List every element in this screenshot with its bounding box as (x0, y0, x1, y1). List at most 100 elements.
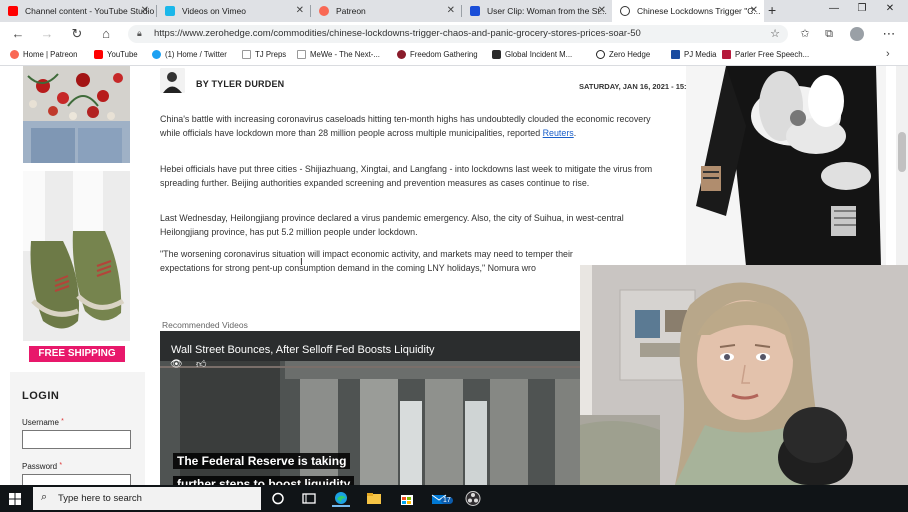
close-icon[interactable]: ✕ (296, 5, 304, 16)
recommended-video-player[interactable]: Wall Street Bounces, After Selloff Fed B… (160, 331, 580, 485)
text-cursor-icon: I (300, 257, 303, 268)
paragraph-text: China's battle with increasing coronavir… (160, 114, 651, 138)
favorites-icon[interactable]: ✩ (796, 26, 814, 42)
parler-icon (722, 50, 731, 59)
article-paragraph-3: Last Wednesday, Heilongjiang province de… (160, 213, 624, 237)
author-byline[interactable]: BY TYLER DURDEN (196, 79, 284, 89)
thumbs-up-icon[interactable]: 👍︎ (196, 358, 206, 370)
bookmark-patreon[interactable]: Home | Patreon (10, 50, 77, 59)
tab-label: User Clip: Woman from the St... (487, 6, 607, 16)
recommended-videos-label: Recommended Videos (162, 320, 248, 330)
taskbar-search-box[interactable]: ⌕ Type here to search (33, 487, 261, 510)
bookmark-label: Parler Free Speech... (735, 50, 810, 59)
page-icon (242, 50, 251, 59)
tab-label: Chinese Lockdowns Trigger "C... (637, 6, 761, 16)
login-title: LOGIN (22, 390, 60, 402)
page-icon (297, 50, 306, 59)
new-tab-button[interactable]: + (768, 2, 776, 18)
store-icon[interactable] (398, 490, 416, 507)
file-explorer-icon[interactable] (365, 490, 383, 507)
article-paragraph-1: China's battle with increasing coronavir… (160, 112, 672, 140)
windows-taskbar: ⌕ Type here to search 17 (0, 485, 908, 512)
restore-icon[interactable]: ❐ (852, 3, 872, 14)
bookmark-pj-media[interactable]: PJ Media (671, 50, 717, 59)
tab-user-clip[interactable]: User Clip: Woman from the St... ✕ (462, 0, 612, 22)
bookmark-label: Zero Hedge (609, 50, 651, 59)
patreon-icon (319, 6, 329, 16)
bookmark-label: MeWe - The Next-... (310, 50, 380, 59)
close-window-icon[interactable]: ✕ (880, 3, 900, 14)
tab-label: Videos on Vimeo (182, 6, 246, 16)
minimize-icon[interactable]: — (824, 3, 844, 14)
video-caption-line-2: further steps to boost liquidity (173, 476, 355, 485)
required-mark: * (61, 418, 64, 425)
required-mark: * (59, 462, 63, 469)
bookmark-label: (1) Home / Twitter (165, 50, 227, 59)
video-title[interactable]: Wall Street Bounces, After Selloff Fed B… (171, 344, 435, 356)
youtube-icon (94, 50, 103, 59)
tab-vimeo[interactable]: Videos on Vimeo ✕ (157, 0, 310, 22)
reload-icon[interactable]: ↻ (68, 26, 86, 42)
eye-icon: 👁︎ (170, 359, 183, 370)
article-paragraph-2: Hebei officials have put three cities - … (160, 164, 653, 188)
search-icon: ⌕ (41, 491, 48, 503)
search-placeholder: Type here to search (58, 493, 142, 504)
windows-start-icon[interactable] (9, 492, 21, 505)
ad-image-floral-blouse[interactable] (686, 66, 886, 266)
forward-icon[interactable]: → (38, 26, 56, 42)
bookmark-mewe[interactable]: MeWe - The Next-... (297, 50, 380, 59)
ad-image-floral-shirt[interactable] (23, 66, 130, 163)
tab-youtube-studio[interactable]: Channel content - YouTube Studio ✕ (0, 0, 155, 22)
video-caption: The Federal Reserve is taking (173, 453, 351, 469)
article-paragraph-4: "The worsening coronavirus situation wil… (160, 249, 573, 273)
profile-avatar[interactable] (850, 27, 864, 41)
tab-strip: Channel content - YouTube Studio ✕ Video… (0, 0, 908, 22)
more-menu-icon[interactable]: ⋯ (880, 26, 898, 42)
tab-label: Channel content - YouTube Studio (25, 6, 155, 16)
freedom-gathering-icon (397, 50, 406, 59)
bookmark-label: YouTube (107, 50, 138, 59)
close-icon[interactable]: ✕ (750, 5, 758, 16)
bookmark-freedom-gathering[interactable]: Freedom Gathering (397, 50, 478, 59)
lock-icon: 🔒︎ (137, 28, 142, 38)
webcam-feed (580, 265, 908, 485)
zerohedge-icon (620, 6, 630, 16)
username-label: Username * (22, 418, 64, 427)
article-date: SATURDAY, JAN 16, 2021 - 15:05 (579, 82, 695, 91)
close-icon[interactable]: ✕ (141, 5, 149, 16)
back-icon[interactable]: ← (9, 26, 27, 42)
bookmark-zero-hedge[interactable]: Zero Hedge (596, 50, 650, 59)
tab-zerohedge-active[interactable]: Chinese Lockdowns Trigger "C... ✕ (612, 0, 764, 22)
bookmark-tj-preps[interactable]: TJ Preps (242, 50, 286, 59)
free-shipping-button[interactable]: FREE SHIPPING (29, 346, 125, 362)
close-icon[interactable]: ✕ (598, 5, 606, 16)
collections-icon[interactable]: ⧉ (820, 26, 838, 42)
zerohedge-icon (596, 50, 605, 59)
bookmarks-bar: Home | Patreon YouTube (1) Home / Twitte… (0, 46, 908, 66)
bookmark-global-incident[interactable]: Global Incident M... (492, 50, 572, 59)
edge-browser-icon[interactable] (332, 490, 350, 507)
username-field[interactable] (22, 430, 131, 449)
cortana-icon[interactable] (269, 490, 287, 507)
bookmark-youtube[interactable]: YouTube (94, 50, 138, 59)
task-view-icon[interactable] (300, 490, 318, 507)
reuters-link[interactable]: Reuters (543, 128, 574, 138)
close-icon[interactable]: ✕ (447, 5, 455, 16)
bookmark-parler[interactable]: Parler Free Speech... (722, 50, 809, 59)
login-box: LOGIN Username * Password * (10, 372, 145, 485)
mail-icon[interactable]: 17 (431, 490, 453, 507)
address-bar[interactable]: 🔒︎ https://www.zerohedge.com/commodities… (128, 25, 788, 43)
bookmark-label: Global Incident M... (505, 50, 573, 59)
scrollbar-thumb[interactable] (898, 132, 906, 172)
password-field[interactable] (22, 474, 131, 485)
ad-image-sneakers[interactable] (23, 171, 130, 341)
home-icon[interactable]: ⌂ (97, 26, 115, 42)
tab-patreon[interactable]: Patreon ✕ (311, 0, 461, 22)
star-icon[interactable]: ☆ (766, 26, 784, 42)
chevron-right-icon[interactable]: › (886, 48, 890, 60)
bookmark-twitter[interactable]: (1) Home / Twitter (152, 50, 227, 59)
bookmark-label: Freedom Gathering (410, 50, 478, 59)
patreon-icon (10, 50, 19, 59)
vimeo-icon (165, 6, 175, 16)
obs-icon[interactable] (464, 490, 482, 507)
